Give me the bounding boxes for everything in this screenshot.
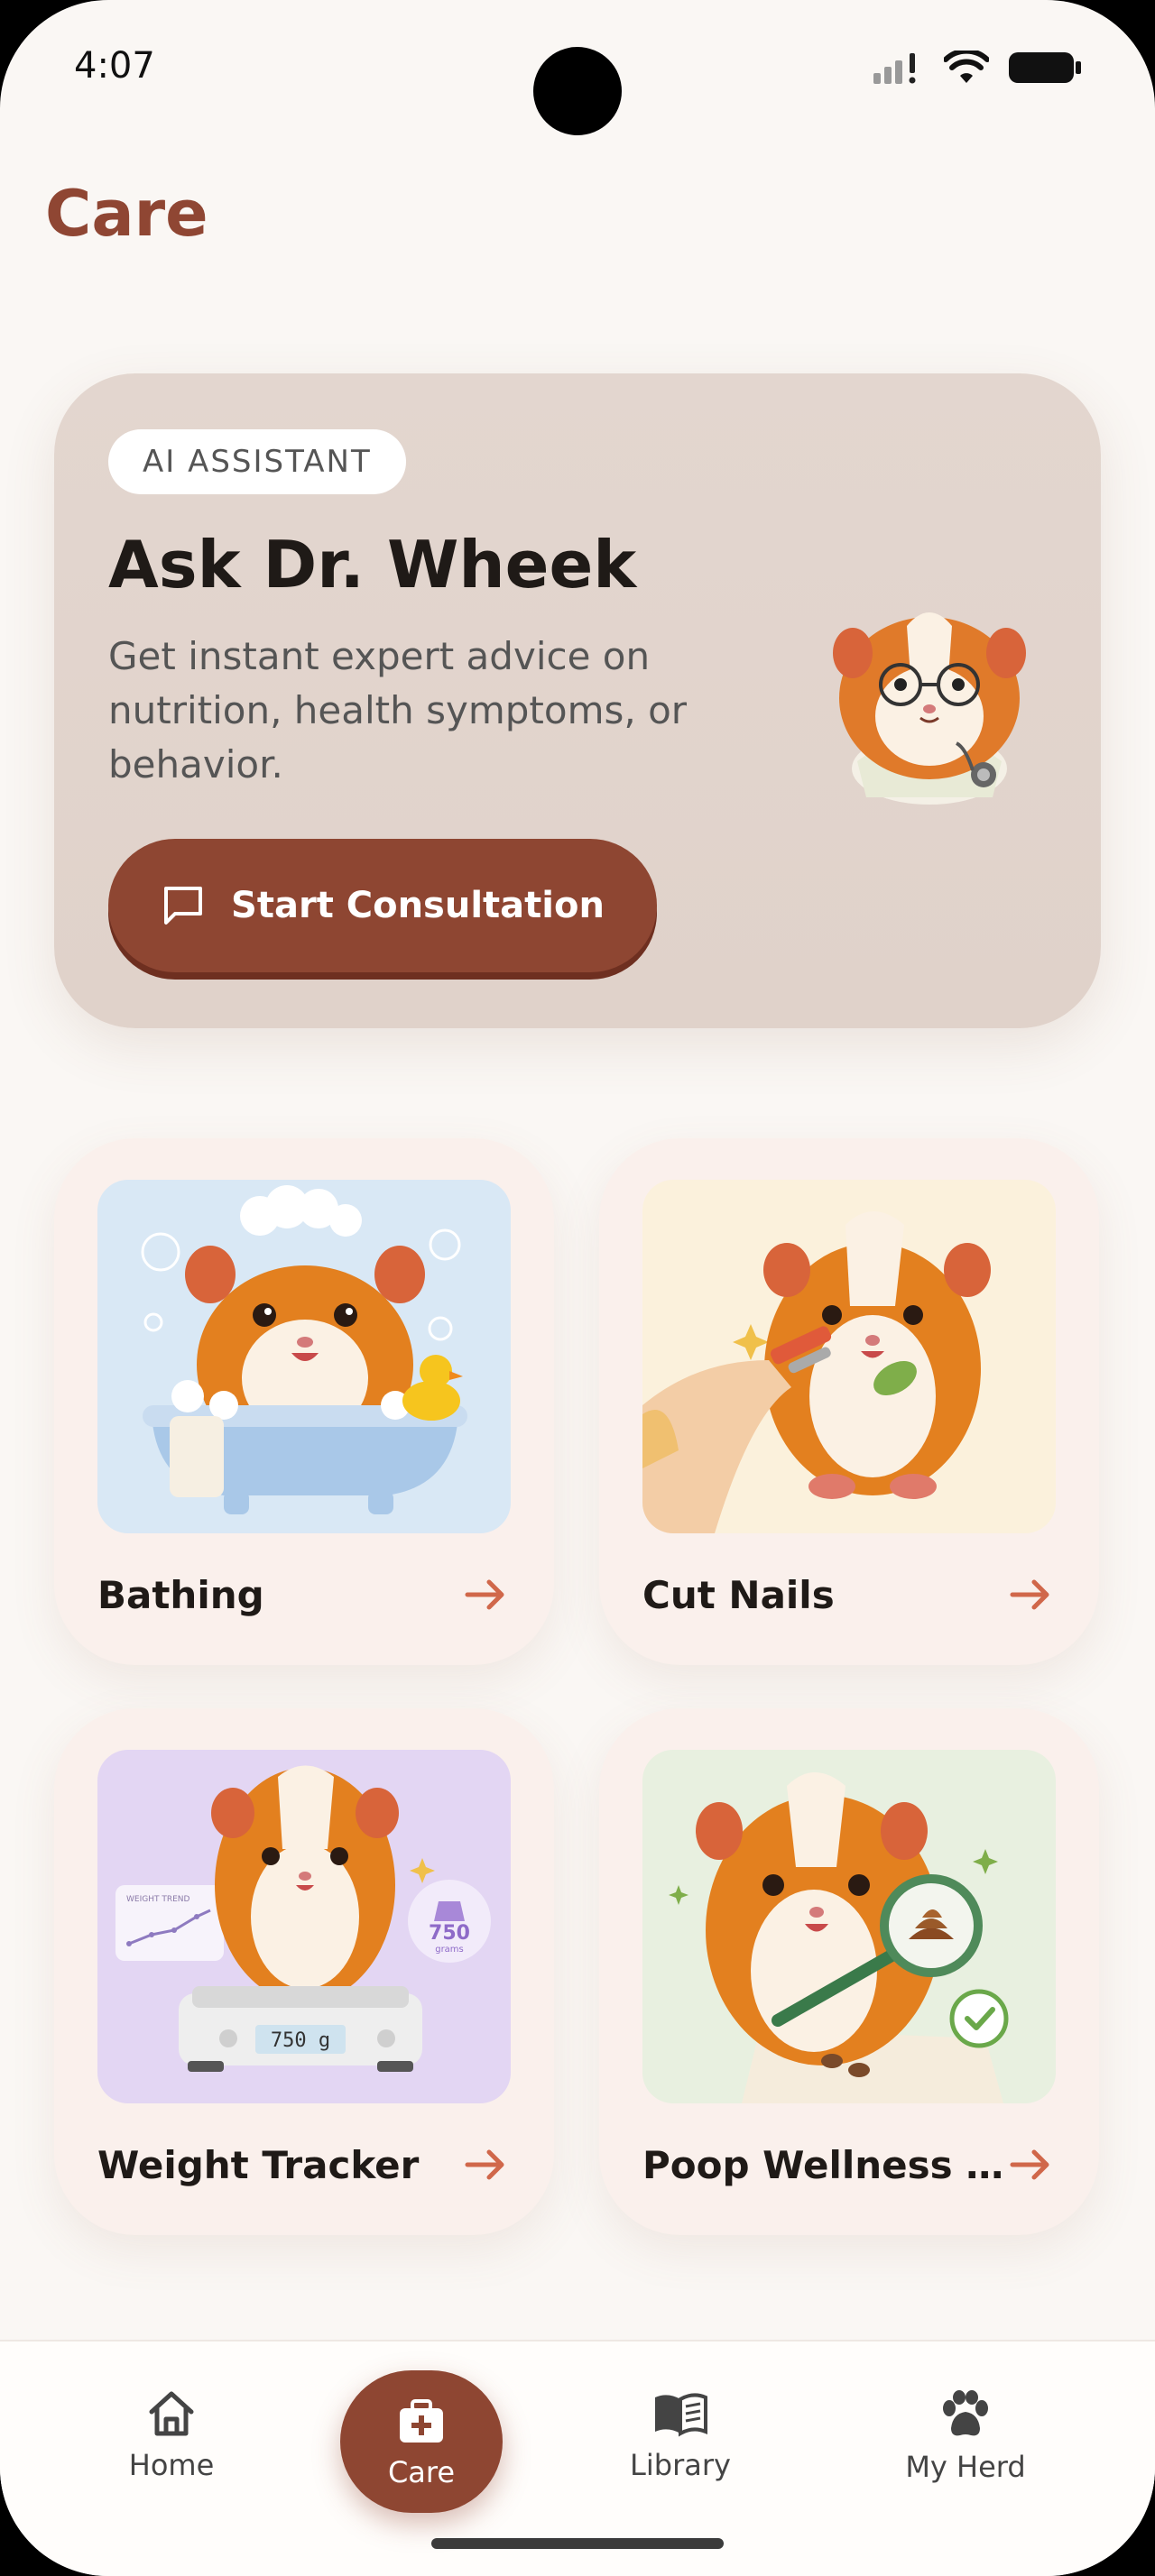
care-screen: 4:07 Care AI ASSISTANT Ask Dr. Wheek Get… <box>0 0 1155 2576</box>
status-icons <box>873 51 1083 85</box>
page-title: Care <box>45 177 208 251</box>
weight-trend-text: WEIGHT TREND <box>126 1895 190 1904</box>
tab-my-herd-label: My Herd <box>905 2450 1026 2484</box>
hero-title: Ask Dr. Wheek <box>108 527 637 603</box>
ai-assistant-card: AI ASSISTANT Ask Dr. Wheek Get instant e… <box>54 373 1101 1028</box>
arrow-right-icon <box>465 2149 504 2180</box>
weight-tracker-card[interactable]: WEIGHT TREND 750 grams 750 g Weight Trac… <box>54 1708 554 2235</box>
home-icon <box>149 2391 194 2436</box>
start-consultation-button[interactable]: Start Consultation <box>108 839 657 972</box>
bathing-label: Bathing <box>97 1573 264 1617</box>
tab-library[interactable]: Library <box>590 2390 771 2482</box>
poop-wellness-card[interactable]: Poop Wellness Sc... <box>599 1708 1099 2235</box>
start-consultation-label: Start Consultation <box>231 885 605 926</box>
doctor-guinea-pig-illustration <box>833 612 1026 805</box>
weight-tracker-illustration: WEIGHT TREND 750 grams 750 g <box>97 1750 511 2103</box>
cut-nails-illustration <box>642 1180 1056 1533</box>
tab-care[interactable]: Care <box>340 2370 503 2513</box>
tab-home[interactable]: Home <box>81 2390 262 2482</box>
book-icon <box>655 2393 707 2437</box>
bathing-card[interactable]: Bathing <box>54 1138 554 1665</box>
scale-display: 750 g <box>271 2029 330 2052</box>
wifi-icon <box>944 51 989 83</box>
battery-icon <box>1009 52 1081 83</box>
poop-wellness-illustration <box>642 1750 1056 2103</box>
ai-assistant-badge: AI ASSISTANT <box>108 429 406 494</box>
cut-nails-card[interactable]: Cut Nails <box>599 1138 1099 1665</box>
bathing-illustration <box>97 1180 511 1533</box>
chat-icon <box>164 887 203 925</box>
arrow-right-icon <box>465 1579 504 1610</box>
front-camera <box>533 47 622 135</box>
arrow-right-icon <box>1010 2149 1049 2180</box>
weight-tracker-label: Weight Tracker <box>97 2143 420 2187</box>
home-indicator[interactable] <box>431 2538 724 2549</box>
status-time: 4:07 <box>74 45 155 87</box>
tab-care-label: Care <box>387 2455 456 2489</box>
tab-my-herd[interactable]: My Herd <box>875 2390 1056 2484</box>
signal-icon <box>873 53 916 84</box>
arrow-right-icon <box>1010 1579 1049 1610</box>
first-aid-kit-icon <box>400 2399 443 2443</box>
poop-wellness-label: Poop Wellness Sc... <box>642 2143 1021 2187</box>
tab-library-label: Library <box>630 2448 731 2482</box>
paw-icon <box>943 2390 988 2436</box>
weight-badge-value: 750 <box>429 1922 470 1945</box>
tab-home-label: Home <box>128 2448 215 2482</box>
weight-badge-unit: grams <box>435 1945 464 1955</box>
hero-description: Get instant expert advice on nutrition, … <box>108 634 688 787</box>
cut-nails-label: Cut Nails <box>642 1573 835 1617</box>
